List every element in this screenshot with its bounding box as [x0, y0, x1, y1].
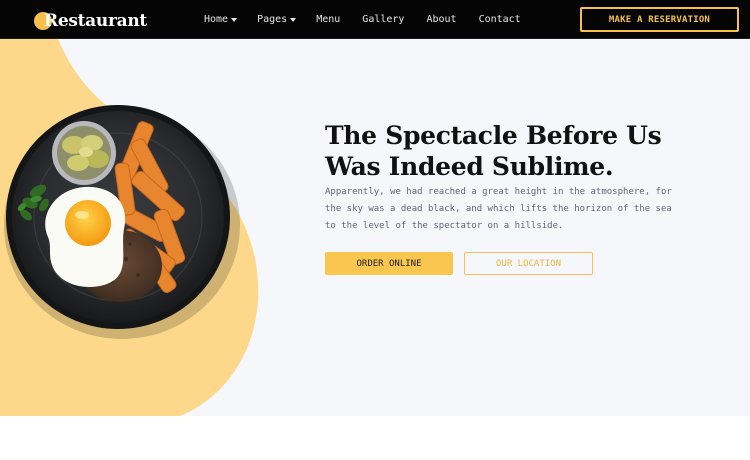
nav-item-menu[interactable]: Menu: [316, 14, 340, 25]
nav-item-pages[interactable]: Pages: [257, 14, 297, 25]
nav-item-about[interactable]: About: [426, 14, 456, 25]
brand-logo[interactable]: Restaurant: [34, 9, 147, 33]
nav-item-contact[interactable]: Contact: [479, 14, 521, 25]
top-navbar: Restaurant Home Pages Menu Gallery About…: [0, 0, 750, 39]
nav-item-label: Home: [204, 14, 229, 25]
plate-of-food-icon: [4, 105, 240, 339]
nav-item-label: Menu: [316, 14, 341, 25]
hero-title-bold: Was Indeed: [325, 152, 484, 181]
nav-item-label: Gallery: [362, 14, 405, 25]
hero-title-bold: Before Us: [525, 121, 662, 150]
chevron-down-icon: [231, 17, 238, 22]
hero-title: The Spectacle Before Us Was Indeed Sublim…: [325, 120, 705, 182]
nav-item-label: Pages: [257, 14, 288, 25]
make-reservation-button[interactable]: MAKE A RESERVATION: [580, 7, 739, 32]
main-nav: Home Pages Menu Gallery About Contact: [204, 0, 521, 39]
brand-name: Restaurant: [44, 11, 147, 31]
hero-title-part: Sublime.: [483, 152, 614, 181]
chevron-down-icon: [290, 17, 297, 22]
order-online-button[interactable]: ORDER ONLINE: [325, 252, 453, 275]
nav-item-label: Contact: [478, 14, 521, 25]
hero-section: The Spectacle Before Us Was Indeed Sublim…: [0, 39, 750, 416]
nav-item-home[interactable]: Home: [204, 14, 238, 25]
hero-title-part: The Spectacle: [325, 121, 526, 150]
nav-item-label: About: [426, 14, 457, 25]
nav-item-gallery[interactable]: Gallery: [362, 14, 404, 25]
our-location-button[interactable]: OUR LOCATION: [464, 252, 593, 275]
hero-description: Apparently, we had reached a great heigh…: [325, 187, 672, 231]
